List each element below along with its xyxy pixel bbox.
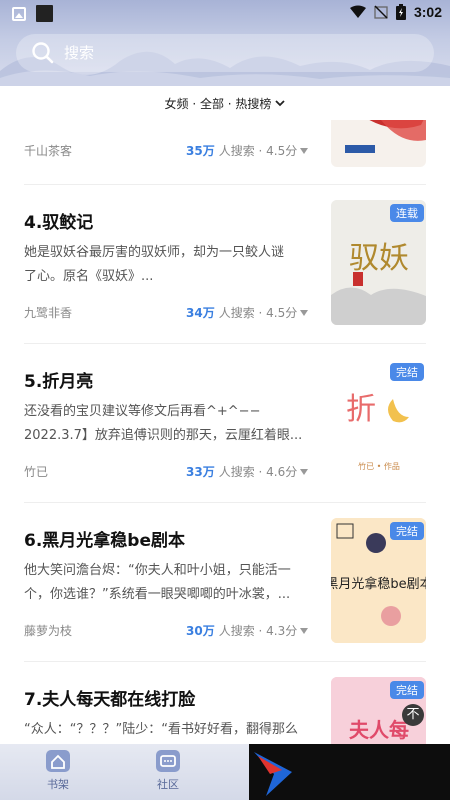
filter-dropdown[interactable]: 女频 · 全部 · 热搜榜 [0,86,450,120]
book-stats: 33万 人搜索 · 4.6分 [186,465,298,479]
more-menu-icon[interactable] [300,310,308,316]
chevron-down-icon [275,100,286,107]
book-stats: 35万 人搜索 · 4.5分 [186,144,298,158]
app-logo-icon [254,752,292,796]
book-cover: 黑月光拿稳be剧本 完结 [331,518,426,643]
book-description: 她是驭妖谷最厉害的驭妖师，却为一只鲛人谜 了心。原名《驭妖》... [24,245,285,284]
nav-label: 书架 [47,778,69,791]
more-menu-icon[interactable] [300,148,308,154]
book-title: 5.折月亮 [24,372,94,392]
list-item[interactable]: 6.黑月光拿稳be剧本 他大笑问澹台烬：“你夫人和叶小姐，只能活一 个，你选谁？… [0,503,450,661]
cover-title-text: 驭妖 [349,241,409,276]
filter-label: 女频 · 全部 · 热搜榜 [164,96,272,111]
nav-bookshelf[interactable]: 书架 [28,744,88,800]
status-badge: 连载 [390,204,424,222]
list-item[interactable]: 5.折月亮 还没看的宝贝建议等修文后再看^+^−− 2022.3.7】放弃追傅识… [0,344,450,502]
cover-author-text: 竹已 • 作品 [358,461,400,471]
app-notification-icon [36,5,53,22]
list-item[interactable]: 4.驭鲛记 她是驭妖谷最厉害的驭妖师，却为一只鲛人谜 了心。原名《驭妖》... … [0,185,450,343]
book-description: 他大笑问澹台烬：“你夫人和叶小姐，只能活一 个，你选谁？”系统看一眼哭唧唧的叶冰… [24,563,291,602]
book-author: 九鹭非香 [24,306,73,320]
book-cover: 驭妖 连载 [331,200,426,325]
no-signal-icon [374,5,388,19]
book-description: 还没看的宝贝建议等修文后再看^+^−− 2022.3.7】放弃追傅识则的那天，云… [24,404,303,443]
book-stats: 34万 人搜索 · 4.5分 [186,306,298,320]
clock: 3:02 [413,4,442,20]
book-description: “众人：“？？？”陆少：“看书好好看，翻得那么 [24,722,298,737]
status-bar: 3:02 [0,0,450,26]
book-author: 千山茶客 [24,144,73,158]
search-icon [32,42,54,64]
wifi-icon [349,5,366,18]
book-author: 藤萝为枝 [24,624,73,638]
house-icon [46,750,70,772]
image-notification-icon [12,6,26,21]
cover-title-text: 夫人每 [349,718,409,742]
search-input[interactable] [64,44,364,62]
list-item[interactable]: 千山茶客 35万 人搜索 · 4.5分 [0,120,450,184]
cover-title-text: 黑月光拿稳be剧本 [331,576,426,592]
status-badge: 完结 [390,363,424,381]
list-item[interactable]: 7.夫人每天都在线打脸 “众人：“？？？”陆少：“看书好好看，翻得那么 夫人每 … [0,662,450,748]
header-banner: 3:02 [0,0,450,86]
more-menu-icon[interactable] [300,628,308,634]
book-cover [331,120,426,167]
nav-community[interactable]: 社区 [138,744,198,800]
battery-icon [395,4,406,20]
book-ranking-list: 千山茶客 35万 人搜索 · 4.5分 4.驭鲛记 她是驭妖谷最厉害的驭妖师，却… [0,120,450,748]
book-title: 4.驭鲛记 [24,213,94,233]
book-author: 竹已 [24,465,49,479]
close-float-button[interactable]: 不 [402,704,424,726]
cover-title-text: 折 [346,392,376,427]
nav-label: 社区 [157,778,179,791]
chat-icon [156,750,180,772]
search-bar[interactable] [16,34,434,72]
book-title: 7.夫人每天都在线打脸 [24,690,196,710]
book-title: 6.黑月光拿稳be剧本 [24,531,185,551]
book-cover: 折 竹已 • 作品 完结 [331,359,426,484]
more-menu-icon[interactable] [300,469,308,475]
book-stats: 30万 人搜索 · 4.3分 [186,624,298,638]
status-badge: 完结 [390,681,424,699]
status-badge: 完结 [390,522,424,540]
